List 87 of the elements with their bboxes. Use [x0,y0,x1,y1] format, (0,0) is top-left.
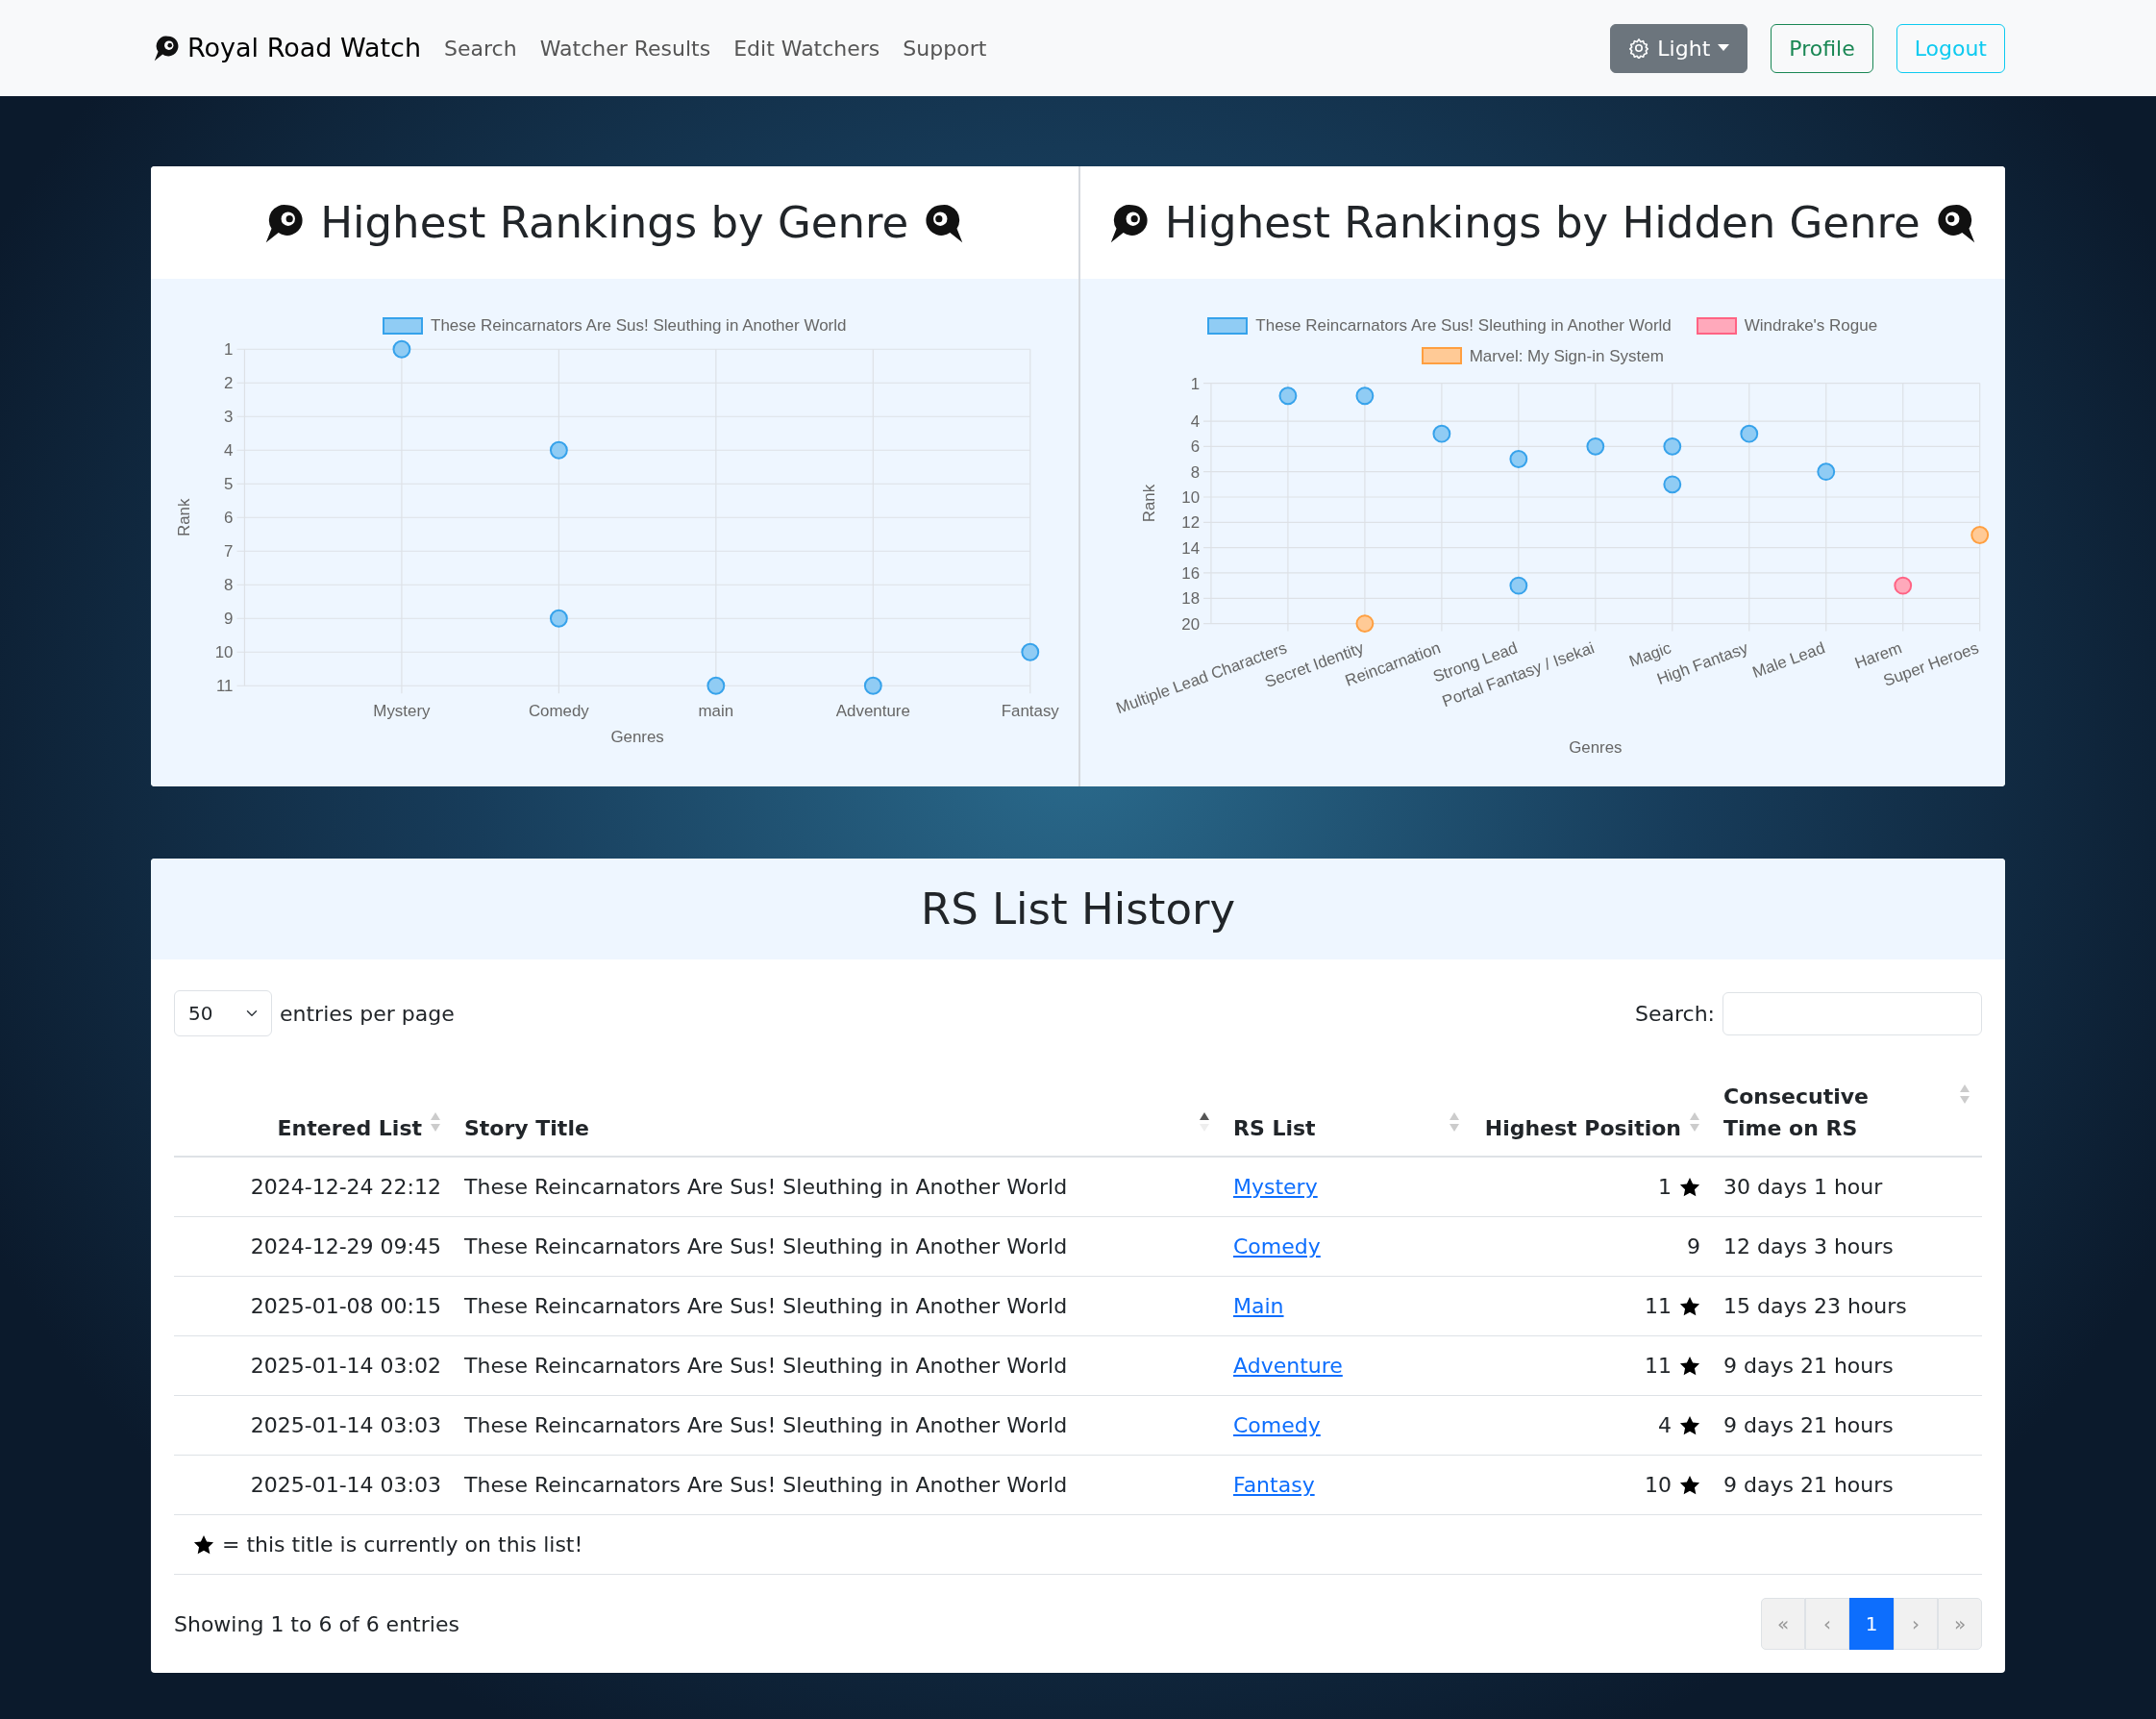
axis-tick-label: 16 [1180,563,1200,583]
rs-list-link[interactable]: Mystery [1233,1175,1318,1199]
column-header[interactable]: Highest Position [1484,1112,1681,1144]
rs-list-link[interactable]: Main [1233,1294,1284,1318]
rs-list-link[interactable]: Fantasy [1233,1473,1315,1497]
legend-label: Marvel: My Sign-in System [1469,345,1664,367]
card-title: RS List History [920,883,1236,935]
column-header[interactable]: Story Title [464,1112,589,1144]
nav-link[interactable]: Search [444,32,517,64]
rs-list-link[interactable]: Comedy [1233,1413,1321,1437]
table-cell: 12 days 3 hours [1712,1216,1982,1277]
table-cell-text: 11 [1645,1293,1672,1320]
table-cell: 2025-01-08 00:15 [174,1276,453,1336]
axis-tick-label: 11 [215,676,234,695]
rs-list-link[interactable]: Adventure [1233,1354,1343,1378]
axis-tick-label: 1 [224,339,234,359]
axis-tick-label: 18 [1180,589,1200,609]
axis-title: Rank [1139,484,1158,523]
axis-tick-label: 5 [224,474,234,493]
legend-label: These Reincarnators Are Sus! Sleuthing in Another World [1255,315,1672,336]
axis-tick-label: Adventure [835,701,910,720]
nav-link[interactable]: Watcher Results [539,32,711,64]
column-header[interactable]: RS List [1233,1112,1316,1144]
profile-button[interactable]: Profile [1771,23,1873,73]
table-cell-text: 11 [1645,1353,1672,1380]
table-cell: 2025-01-14 03:03 [174,1455,453,1515]
axis-tick-label: 2 [224,373,234,392]
table-cell: 9 days 21 hours [1712,1395,1982,1456]
axis-tick-label: Comedy [528,701,589,720]
entries-info: Showing 1 to 6 of 6 entries [174,1610,459,1638]
axis-tick-label: 4 [224,440,234,460]
axis-title: Genres [1568,737,1622,757]
axis-tick-label: 10 [214,642,234,661]
axis-tick-label: 10 [1180,487,1200,507]
column-header[interactable]: Entered List [277,1112,422,1144]
nav-link[interactable]: Support [903,32,987,64]
legend-label: Windrake's Rogue [1744,315,1878,336]
table-cell: 2024-12-24 22:12 [174,1157,453,1217]
chart-title: Highest Rankings by Genre [320,196,909,249]
legend-note: = this title is currently on this list! [222,1532,583,1558]
axis-tick-label: 4 [1190,412,1200,431]
table-cell: 2024-12-29 09:45 [174,1216,453,1277]
axis-tick-label: Male Lead [1749,638,1827,683]
table-cell-text: 9 [1687,1233,1700,1260]
table-cell: 15 days 23 hours [1712,1276,1982,1336]
table-cell: These Reincarnators Are Sus! Sleuthing in Another World [453,1216,1222,1277]
axis-tick-label: 8 [224,575,234,594]
axis-tick-label: 7 [224,541,234,561]
axis-tick-label: 20 [1180,614,1200,634]
table-cell: These Reincarnators Are Sus! Sleuthing in Another World [453,1395,1222,1456]
axis-tick-label: 14 [1180,538,1200,558]
theme-dropdown-button[interactable]: Light [1610,23,1748,73]
axis-tick-label: 3 [224,407,234,426]
search-label: Search: [1635,1000,1715,1028]
table-cell: 2025-01-14 03:03 [174,1395,453,1456]
table-cell: 9 days 21 hours [1712,1455,1982,1515]
axis-tick-label: 8 [1190,462,1200,482]
table-cell: These Reincarnators Are Sus! Sleuthing in Another World [453,1335,1222,1396]
table-cell: These Reincarnators Are Sus! Sleuthing in Another World [453,1455,1222,1515]
column-header[interactable]: Consecutive Time on RS [1723,1081,1887,1144]
table-cell: These Reincarnators Are Sus! Sleuthing in Another World [453,1276,1222,1336]
table-cell: 2025-01-14 03:02 [174,1335,453,1396]
table-cell-text: 1 [1658,1174,1672,1201]
axis-tick-label: Magic [1625,638,1673,671]
table-cell: 9 days 21 hours [1712,1335,1982,1396]
chart-title: Highest Rankings by Hidden Genre [1164,196,1921,249]
pagination-button[interactable]: 1 [1849,1598,1894,1650]
table-cell-text: 4 [1658,1412,1672,1439]
axis-title: Genres [610,727,664,746]
axis-tick-label: 6 [224,508,234,527]
axis-tick-label: Fantasy [1001,701,1059,720]
page-size-select[interactable]: 50 [174,990,272,1036]
rs-list-link[interactable]: Comedy [1233,1234,1321,1258]
brand-link[interactable]: Royal Road Watch [151,28,422,68]
axis-tick-label: main [698,701,734,720]
table-cell: These Reincarnators Are Sus! Sleuthing in Another World [453,1157,1222,1217]
nav-link[interactable]: Edit Watchers [733,32,880,64]
axis-tick-label: 9 [224,609,234,628]
axis-tick-label: 1 [1190,374,1200,393]
page-size-label: entries per page [280,1000,455,1028]
axis-tick-label: Mystery [373,701,431,720]
table-cell: 30 days 1 hour [1712,1157,1982,1217]
axis-title: Rank [174,498,193,536]
legend-label: These Reincarnators Are Sus! Sleuthing in Another World [431,315,847,336]
table-cell-text: 10 [1645,1472,1672,1499]
axis-tick-label: 6 [1190,437,1200,457]
axis-tick-label: 12 [1180,513,1200,533]
